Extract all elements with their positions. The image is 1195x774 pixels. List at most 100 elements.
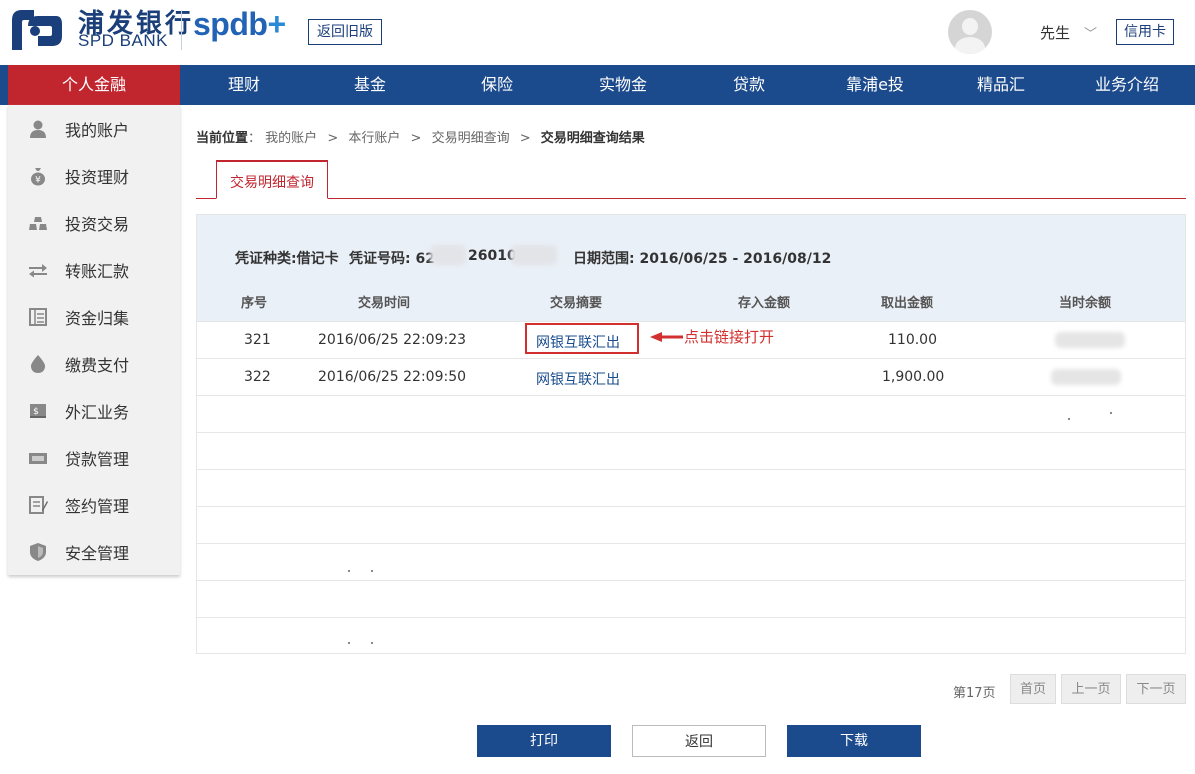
next-page-button[interactable]: 下一页: [1126, 674, 1186, 704]
masked-voucher-digits: [511, 245, 557, 265]
artifact-dot: [1110, 412, 1112, 414]
sidebar-item-label: 资金归集: [65, 309, 130, 328]
sidebar-item-transfer[interactable]: 转账汇款: [8, 246, 180, 293]
spdb-logo-icon[interactable]: [8, 6, 64, 54]
avatar-head-shape: [962, 18, 978, 35]
breadcrumb-colon: ：: [248, 131, 262, 146]
artifact-dot: [371, 642, 373, 644]
nav-item-wealth[interactable]: 理财: [194, 65, 294, 105]
sidebar-item-label: 投资理财: [65, 168, 130, 187]
svg-text:¥: ¥: [35, 176, 41, 186]
transfer-icon: [29, 264, 47, 278]
nav-item-boutique[interactable]: 精品汇: [951, 65, 1051, 105]
spdb-brand-text: spdb: [193, 6, 268, 42]
table-header: 序号 交易时间 交易摘要 存入金额 取出金额 当时余额: [197, 281, 1185, 321]
return-old-version-button[interactable]: 返回旧版: [308, 19, 382, 45]
breadcrumb-separator: >: [327, 131, 339, 146]
money-bag-icon: ¥: [31, 168, 45, 186]
user-name[interactable]: 先生: [1040, 22, 1070, 43]
breadcrumb-item[interactable]: 本行账户: [348, 131, 400, 146]
sidebar-item-label: 贷款管理: [65, 450, 130, 469]
sidebar-item-contract-management[interactable]: 签约管理: [8, 481, 180, 528]
logo-divider: [181, 10, 182, 50]
transaction-table: 凭证种类:借记卡 凭证号码: 62 26010 日期范围: 2016/06/25…: [196, 214, 1186, 654]
table-row-empty: [197, 617, 1185, 654]
column-header: 存入金额: [738, 296, 791, 311]
tab-underline: [196, 198, 1186, 199]
artifact-dot: [348, 570, 350, 572]
breadcrumb-current: 交易明细查询结果: [540, 131, 645, 146]
sidebar-item-forex[interactable]: $ 外汇业务: [8, 387, 180, 434]
masked-balance: [1051, 369, 1121, 385]
nav-item-loan[interactable]: 贷款: [699, 65, 799, 105]
column-header: 序号: [241, 296, 268, 311]
row-number: 321: [244, 332, 271, 348]
sidebar-item-investment-finance[interactable]: ¥ 投资理财: [8, 152, 180, 199]
transaction-time: 2016/06/25 22:09:23: [318, 332, 467, 348]
chevron-down-icon[interactable]: ﹀: [1084, 23, 1097, 42]
first-page-button[interactable]: 首页: [1010, 674, 1056, 704]
download-button[interactable]: 下载: [787, 725, 921, 757]
ledger-icon: [29, 308, 47, 326]
table-row: 322 2016/06/25 22:09:50 网银互联汇出 1,900.00: [197, 358, 1185, 395]
sidebar-item-my-account[interactable]: 我的账户: [8, 105, 180, 152]
column-header: 交易摘要: [550, 296, 603, 311]
transaction-summary-link[interactable]: 网银互联汇出: [536, 369, 620, 389]
table-row-empty: [197, 432, 1185, 469]
table-row-empty: [197, 469, 1185, 506]
nav-item-fund[interactable]: 基金: [320, 65, 420, 105]
sidebar-item-label: 外汇业务: [65, 403, 130, 422]
artifact-dot: [371, 570, 373, 572]
column-header: 当时余额: [1059, 296, 1112, 311]
main-nav: 个人金融 理财 基金 保险 实物金 贷款 靠浦e投 精品汇 业务介绍: [0, 65, 1195, 105]
user-icon: [30, 120, 46, 138]
credit-card-button[interactable]: 信用卡: [1116, 19, 1174, 45]
sidebar-item-bill-payment[interactable]: 缴费支付: [8, 340, 180, 387]
row-number: 322: [244, 369, 271, 385]
nav-item-physical-gold[interactable]: 实物金: [573, 65, 673, 105]
currency-icon: $: [30, 404, 46, 418]
nav-item-business-intro[interactable]: 业务介绍: [1077, 65, 1177, 105]
withdraw-amount: 110.00: [888, 332, 937, 348]
breadcrumb-item[interactable]: 交易明细查询: [432, 131, 510, 146]
table-row-empty: [197, 395, 1185, 432]
artifact-dot: [1068, 418, 1070, 420]
sidebar-item-label: 我的账户: [65, 121, 130, 140]
sidebar-item-label: 投资交易: [65, 215, 130, 234]
logo-english-text: SPD BANK: [78, 31, 168, 50]
artifact-dot: [348, 642, 350, 644]
loan-icon: [29, 453, 47, 464]
annotation-text: 点击链接打开: [684, 328, 775, 346]
prev-page-button[interactable]: 上一页: [1061, 674, 1121, 704]
nav-item-e-invest[interactable]: 靠浦e投: [825, 65, 925, 105]
sidebar-item-loan-management[interactable]: 贷款管理: [8, 434, 180, 481]
table-row-empty: [197, 543, 1185, 580]
sidebar-item-fund-collection[interactable]: 资金归集: [8, 293, 180, 340]
sidebar: 我的账户 ¥ 投资理财 投资交易 转账汇款 资金归集 缴费支付 $ 外汇业务 贷…: [8, 105, 180, 575]
sidebar-item-security[interactable]: 安全管理: [8, 528, 180, 575]
shield-icon: [30, 543, 46, 561]
transaction-time: 2016/06/25 22:09:50: [318, 369, 467, 385]
table-row-empty: [197, 506, 1185, 543]
drop-icon: [30, 355, 46, 373]
column-header: 交易时间: [358, 296, 411, 311]
masked-voucher-digits: [430, 245, 466, 265]
print-button[interactable]: 打印: [477, 725, 611, 757]
masked-balance: [1055, 332, 1125, 348]
tab-transaction-detail[interactable]: 交易明细查询: [216, 160, 328, 199]
breadcrumb-prefix: 当前位置: [196, 131, 249, 146]
nav-item-insurance[interactable]: 保险: [447, 65, 547, 105]
avatar[interactable]: [948, 10, 992, 54]
breadcrumb-item[interactable]: 我的账户: [265, 131, 317, 146]
gold-bars-icon: [29, 217, 47, 230]
nav-item-personal-finance[interactable]: 个人金融: [8, 65, 180, 105]
withdraw-amount: 1,900.00: [882, 369, 945, 385]
contract-icon: [29, 496, 48, 514]
sidebar-item-label: 转账汇款: [65, 262, 130, 281]
svg-text:$: $: [33, 407, 39, 417]
sidebar-item-label: 签约管理: [65, 497, 130, 516]
sidebar-item-investment-trading[interactable]: 投资交易: [8, 199, 180, 246]
back-button[interactable]: 返回: [632, 725, 766, 757]
query-info-bar: 凭证种类:借记卡 凭证号码: 62 26010 日期范围: 2016/06/25…: [197, 215, 1185, 281]
spdb-plus-brand: spdb+: [193, 6, 286, 43]
